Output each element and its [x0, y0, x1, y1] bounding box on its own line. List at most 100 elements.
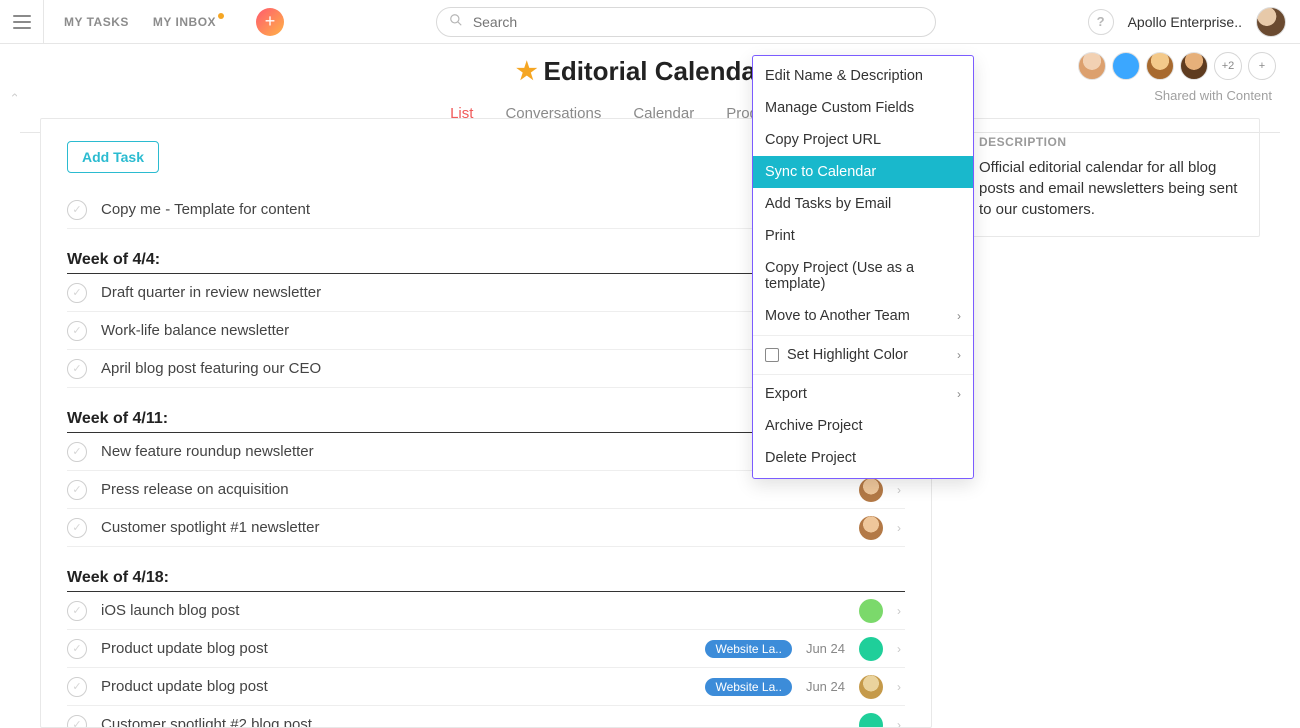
- quick-add-button[interactable]: +: [256, 8, 284, 36]
- menu-item-label: Copy Project (Use as a template): [765, 260, 961, 292]
- project-members: +2 +: [1078, 52, 1276, 80]
- nav-my-inbox[interactable]: MY INBOX: [153, 15, 226, 29]
- task-title: Customer spotlight #2 blog post: [101, 716, 312, 728]
- task-row[interactable]: ✓ Product update blog post Website La.. Jun…: [67, 668, 905, 706]
- task-title: Copy me - Template for content: [101, 201, 310, 218]
- task-assignee-avatar[interactable]: [859, 675, 883, 699]
- menu-item-label: Move to Another Team: [765, 308, 957, 324]
- section-heading[interactable]: Week of 4/18:: [67, 569, 905, 592]
- chevron-right-icon: ›: [897, 521, 901, 535]
- task-title: Product update blog post: [101, 678, 268, 695]
- complete-checkbox[interactable]: ✓: [67, 283, 87, 303]
- menu-item-label: Print: [765, 228, 961, 244]
- complete-checkbox[interactable]: ✓: [67, 677, 87, 697]
- menu-separator: [753, 374, 973, 375]
- complete-checkbox[interactable]: ✓: [67, 359, 87, 379]
- complete-checkbox[interactable]: ✓: [67, 639, 87, 659]
- task-assignee-avatar[interactable]: [859, 478, 883, 502]
- member-overflow-count[interactable]: +2: [1214, 52, 1242, 80]
- description-heading: DESCRIPTION: [979, 135, 1241, 149]
- search-icon: [449, 13, 463, 30]
- task-title: Work-life balance newsletter: [101, 322, 289, 339]
- complete-checkbox[interactable]: ✓: [67, 200, 87, 220]
- complete-checkbox[interactable]: ✓: [67, 442, 87, 462]
- task-row[interactable]: ✓ Customer spotlight #1 newsletter ›: [67, 509, 905, 547]
- task-assignee-avatar[interactable]: [859, 599, 883, 623]
- task-row[interactable]: ✓ Customer spotlight #2 blog post ›: [67, 706, 905, 728]
- topbar: MY TASKS MY INBOX + ? Apollo Enterprise.…: [0, 0, 1300, 44]
- menu-item-label: Sync to Calendar: [765, 164, 961, 180]
- menu-item[interactable]: Archive Project: [753, 410, 973, 442]
- add-member-button[interactable]: +: [1248, 52, 1276, 80]
- menu-item[interactable]: Delete Project: [753, 442, 973, 474]
- menu-item[interactable]: Export›: [753, 378, 973, 410]
- menu-item[interactable]: Sync to Calendar: [753, 156, 973, 188]
- menu-item-label: Edit Name & Description: [765, 68, 961, 84]
- complete-checkbox[interactable]: ✓: [67, 321, 87, 341]
- help-button[interactable]: ?: [1088, 9, 1114, 35]
- member-avatar[interactable]: [1180, 52, 1208, 80]
- menu-item[interactable]: Print: [753, 220, 973, 252]
- menu-item[interactable]: Edit Name & Description: [753, 60, 973, 92]
- menu-item-label: Copy Project URL: [765, 132, 961, 148]
- chevron-right-icon: ›: [897, 680, 901, 694]
- menu-item[interactable]: Manage Custom Fields: [753, 92, 973, 124]
- member-avatar[interactable]: [1078, 52, 1106, 80]
- task-row[interactable]: ✓iOS launch blog post›: [67, 592, 905, 630]
- menu-item[interactable]: Set Highlight Color›: [753, 339, 973, 371]
- task-title: Press release on acquisition: [101, 481, 289, 498]
- menu-item-label: Delete Project: [765, 450, 961, 466]
- project-title: Editorial Calendar: [543, 56, 766, 87]
- chevron-right-icon: ›: [957, 309, 961, 323]
- complete-checkbox[interactable]: ✓: [67, 518, 87, 538]
- menu-item[interactable]: Move to Another Team›: [753, 300, 973, 332]
- task-title: April blog post featuring our CEO: [101, 360, 321, 377]
- chevron-right-icon: ›: [957, 387, 961, 401]
- task-title: Customer spotlight #1 newsletter: [101, 519, 319, 536]
- complete-checkbox[interactable]: ✓: [67, 601, 87, 621]
- project-description-card: DESCRIPTION Official editorial calendar …: [960, 118, 1260, 237]
- task-assignee-avatar[interactable]: [859, 713, 883, 728]
- plus-icon: +: [265, 11, 276, 32]
- menu-item-label: Add Tasks by Email: [765, 196, 961, 212]
- menu-item-label: Set Highlight Color: [787, 347, 957, 363]
- chevron-right-icon: ›: [957, 348, 961, 362]
- menu-item-label: Export: [765, 386, 957, 402]
- workspace-switcher[interactable]: Apollo Enterprise..: [1128, 14, 1242, 30]
- task-assignee-avatar[interactable]: [859, 516, 883, 540]
- member-avatar[interactable]: [1146, 52, 1174, 80]
- menu-item[interactable]: Add Tasks by Email: [753, 188, 973, 220]
- task-due-date[interactable]: Jun 24: [806, 641, 845, 656]
- star-icon[interactable]: ★: [516, 57, 538, 86]
- menu-item-label: Manage Custom Fields: [765, 100, 961, 116]
- task-due-date[interactable]: Jun 24: [806, 679, 845, 694]
- task-tag[interactable]: Website La..: [705, 640, 791, 658]
- current-user-avatar[interactable]: [1256, 7, 1286, 37]
- menu-separator: [753, 335, 973, 336]
- menu-item[interactable]: Copy Project (Use as a template): [753, 252, 973, 300]
- complete-checkbox[interactable]: ✓: [67, 715, 87, 728]
- inbox-unread-dot: [218, 13, 224, 19]
- task-title: iOS launch blog post: [101, 602, 239, 619]
- project-actions-menu: Edit Name & Description Manage Custom Fie…: [752, 55, 974, 479]
- nav-my-tasks[interactable]: MY TASKS: [64, 15, 129, 29]
- complete-checkbox[interactable]: ✓: [67, 480, 87, 500]
- search-box[interactable]: [436, 7, 936, 37]
- menu-item-label: Archive Project: [765, 418, 961, 434]
- task-title: Product update blog post: [101, 640, 268, 657]
- task-title: Draft quarter in review newsletter: [101, 284, 321, 301]
- task-title: New feature roundup newsletter: [101, 443, 314, 460]
- menu-item[interactable]: Copy Project URL: [753, 124, 973, 156]
- member-avatar[interactable]: [1112, 52, 1140, 80]
- task-tag[interactable]: Website La..: [705, 678, 791, 696]
- task-assignee-avatar[interactable]: [859, 637, 883, 661]
- chevron-right-icon: ›: [897, 718, 901, 728]
- hamburger-menu[interactable]: [0, 0, 44, 44]
- task-row[interactable]: ✓ Product update blog post Website La.. Jun…: [67, 630, 905, 668]
- description-text[interactable]: Official editorial calendar for all blog…: [979, 157, 1241, 220]
- add-task-button[interactable]: Add Task: [67, 141, 159, 173]
- nav-my-inbox-label: MY INBOX: [153, 15, 216, 29]
- chevron-right-icon: ›: [897, 642, 901, 656]
- shared-with-label[interactable]: Shared with Content: [1154, 88, 1272, 103]
- search-input[interactable]: [471, 13, 923, 31]
